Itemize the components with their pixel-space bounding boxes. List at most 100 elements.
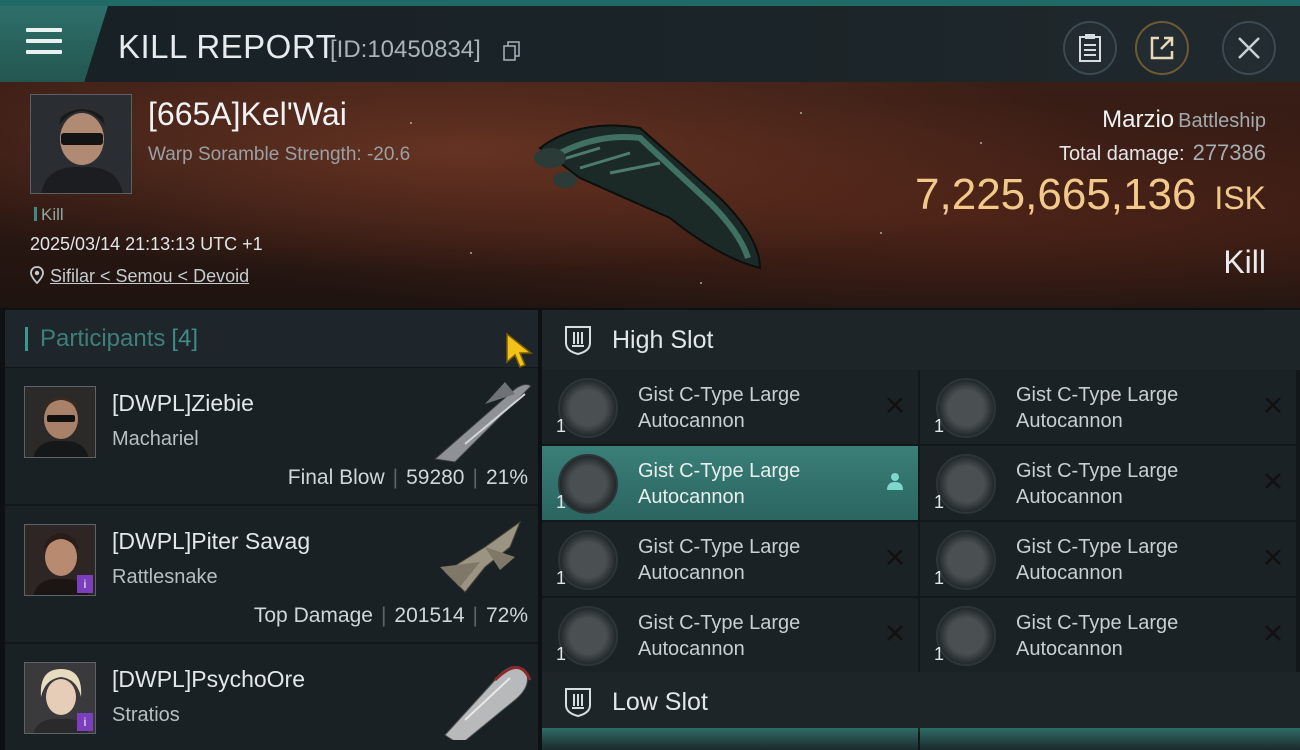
total-damage: Total damage: 277386 xyxy=(1059,140,1266,166)
participants-label: Participants xyxy=(40,324,166,352)
participants-count: [4] xyxy=(171,324,199,352)
stat-percent: 72% xyxy=(485,604,528,627)
participant-ship-image xyxy=(433,382,532,463)
mouse-cursor-icon xyxy=(506,332,534,368)
scramble-strength: Warp Soramble Strength: -20.6 xyxy=(148,144,411,165)
kill-tag: Kill xyxy=(34,205,64,225)
page-title: KILL REPORT xyxy=(118,28,337,65)
module-qty: 1 xyxy=(556,416,567,436)
module-slot-selected[interactable]: 1 Gist C-Type Large Autocannon xyxy=(542,446,918,520)
victim-pilot-name[interactable]: [665A]Kel'Wai xyxy=(148,96,347,133)
module-name: Gist C-Type Large Autocannon xyxy=(1016,536,1179,584)
module-name: Gist C-Type Large Autocannon xyxy=(1016,460,1179,508)
low-slot-label: Low Slot xyxy=(612,687,708,716)
module-name: Gist C-Type Large Autocannon xyxy=(638,460,801,508)
close-icon xyxy=(1238,37,1260,59)
isk-unit: ISK xyxy=(1214,180,1266,216)
module-slot[interactable]: 1 Gist C-Type Large Autocannon xyxy=(542,522,918,596)
copy-icon[interactable] xyxy=(503,41,521,61)
autocannon-icon xyxy=(558,378,618,438)
share-button[interactable] xyxy=(1135,21,1189,75)
kill-location[interactable]: Sifilar < Semou < Devoid xyxy=(30,266,249,287)
participant-stats: Top Damage | 201514 | 72% xyxy=(253,604,528,627)
participant-ship-image xyxy=(444,666,532,740)
participant-name: [DWPL]PsychoOre xyxy=(112,666,305,692)
x-icon xyxy=(887,549,903,565)
victim-avatar[interactable] xyxy=(30,94,132,194)
autocannon-icon xyxy=(936,378,996,438)
x-icon xyxy=(887,625,903,641)
menu-icon xyxy=(26,28,62,56)
victim-ship-image xyxy=(534,124,762,270)
victim-ship: Marzio Battleship xyxy=(1102,106,1266,134)
autocannon-icon xyxy=(936,530,996,590)
shield-icon xyxy=(565,688,591,718)
shield-icon xyxy=(565,326,591,356)
x-icon xyxy=(887,397,903,413)
autocannon-icon xyxy=(558,454,618,514)
module-qty: 1 xyxy=(934,492,945,512)
badge-icon: i xyxy=(77,575,93,593)
stat-damage: 201514 xyxy=(394,604,465,627)
fittings-panel: High Slot 1 Gist C-Type Large Autocannon … xyxy=(542,310,1300,750)
top-bar: KILL REPORT [ID:10450834] xyxy=(0,0,1300,82)
participant-row[interactable]: i [DWPL]Piter Savag Rattlesnake Top Dama… xyxy=(5,506,538,644)
module-slot[interactable]: 1 Gist C-Type Large Autocannon xyxy=(920,522,1296,596)
close-button[interactable] xyxy=(1222,21,1276,75)
autocannon-icon xyxy=(936,606,996,666)
clipboard-button[interactable] xyxy=(1063,21,1117,75)
participant-name: [DWPL]Ziebie xyxy=(112,390,254,416)
module-name: Gist C-Type Large Autocannon xyxy=(1016,612,1179,660)
module-qty: 1 xyxy=(934,644,945,664)
autocannon-icon xyxy=(936,454,996,514)
isk-amount: 7,225,665,136 xyxy=(915,170,1197,219)
share-icon xyxy=(1150,36,1174,60)
location-link[interactable]: Sifilar < Semou < Devoid xyxy=(50,266,249,286)
module-qty: 1 xyxy=(556,644,567,664)
module-name: Gist C-Type Large Autocannon xyxy=(638,536,801,584)
victim-ship-name: Marzio xyxy=(1102,106,1175,133)
stat-percent: 21% xyxy=(485,466,528,489)
low-slot-modules xyxy=(542,728,1300,750)
low-slot-header: Low Slot xyxy=(542,672,1300,732)
module-slot[interactable]: 1 Gist C-Type Large Autocannon xyxy=(920,598,1296,672)
autocannon-icon xyxy=(558,606,618,666)
menu-button[interactable] xyxy=(0,6,108,82)
participant-ship: Stratios xyxy=(112,704,180,726)
stat-label: Final Blow xyxy=(287,466,385,489)
x-icon xyxy=(1265,549,1281,565)
x-icon xyxy=(1265,397,1281,413)
isk-value: 7,225,665,136 ISK xyxy=(915,170,1266,220)
victim-ship-class: Battleship xyxy=(1178,110,1266,132)
avatar: i xyxy=(24,524,96,596)
participant-ship-image xyxy=(440,520,522,593)
participants-header[interactable]: Participants [4] xyxy=(5,310,538,368)
total-damage-label: Total damage: xyxy=(1058,143,1185,165)
stat-damage: 59280 xyxy=(406,466,465,489)
module-slot[interactable]: 1 Gist C-Type Large Autocannon xyxy=(920,446,1296,520)
participant-row[interactable]: [DWPL]Ziebie Machariel Final Blow | 59280 |… xyxy=(5,368,538,506)
high-slot-header: High Slot xyxy=(542,310,1300,370)
kill-result: Kill xyxy=(1223,244,1266,280)
participant-row[interactable]: i [DWPL]PsychoOre Stratios xyxy=(5,644,538,750)
module-slot[interactable]: 1 Gist C-Type Large Autocannon xyxy=(542,370,918,444)
person-icon xyxy=(887,473,903,490)
autocannon-icon xyxy=(558,530,618,590)
module-qty: 1 xyxy=(556,568,567,588)
module-name: Gist C-Type Large Autocannon xyxy=(638,612,801,660)
module-qty: 1 xyxy=(934,416,945,436)
module-qty: 1 xyxy=(934,568,945,588)
module-name: Gist C-Type Large Autocannon xyxy=(1016,384,1179,432)
participants-panel: Participants [4] [DWPL]Ziebie Machariel … xyxy=(5,310,538,750)
badge-icon: i xyxy=(77,713,93,731)
module-slot[interactable]: 1 Gist C-Type Large Autocannon xyxy=(920,370,1296,444)
participant-stats: Final Blow | 59280 | 21% xyxy=(287,466,528,489)
module-slot[interactable]: 1 Gist C-Type Large Autocannon xyxy=(542,598,918,672)
high-slot-label: High Slot xyxy=(612,325,714,354)
participant-ship: Rattlesnake xyxy=(112,566,218,588)
total-damage-value: 277386 xyxy=(1192,140,1266,165)
stat-label: Top Damage xyxy=(253,604,373,627)
avatar xyxy=(24,386,96,458)
clipboard-icon xyxy=(1079,34,1101,62)
module-qty: 1 xyxy=(556,492,567,512)
